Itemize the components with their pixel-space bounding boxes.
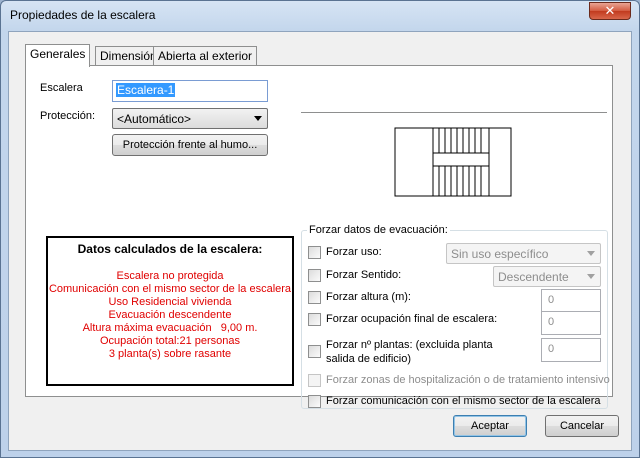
forzar-uso-checkbox[interactable] [308, 246, 321, 259]
cancel-button[interactable]: Cancelar [545, 415, 619, 437]
calc-line-evacuation: Evacuación descendente [108, 309, 232, 321]
stair-preview [301, 112, 607, 215]
forzar-sentido-select[interactable]: Descendente [493, 266, 601, 287]
forzar-altura-checkbox[interactable] [308, 291, 321, 304]
forzar-plantas-checkbox[interactable] [308, 345, 321, 358]
stair-outline [394, 127, 512, 197]
proteccion-humo-button[interactable]: Protección frente al humo... [112, 134, 268, 156]
forzar-ocupacion-checkbox[interactable] [308, 313, 321, 326]
close-button[interactable]: ✕ [589, 2, 631, 20]
tab-abierta-exterior[interactable]: Abierta al exterior [153, 46, 258, 66]
calc-line-communication: Comunicación con el mismo sector de la e… [48, 283, 292, 295]
proteccion-label: Protección: [40, 110, 96, 122]
stair-landing [432, 152, 490, 167]
forzar-uso-value: Sin uso específico [451, 247, 549, 261]
calc-line-use: Uso Residencial vivienda [108, 296, 232, 308]
escalera-label: Escalera [40, 82, 83, 94]
forzar-altura-label: Forzar altura (m): [326, 291, 411, 303]
forzar-zonas-label: Forzar zonas de hospitalización o de tra… [326, 374, 610, 386]
forzar-plantas-input[interactable]: 0 [541, 338, 601, 362]
forzar-uso-label: Forzar uso: [326, 246, 382, 258]
calc-line-floors: 3 planta(s) sobre rasante [108, 348, 232, 360]
calculated-data-box: Datos calculados de la escalera: Escaler… [46, 236, 294, 386]
forzar-comunicacion-label: Forzar comunicación con el mismo sector … [326, 395, 601, 407]
chevron-down-icon [254, 116, 262, 121]
proteccion-select-value: <Automático> [117, 112, 192, 126]
properties-dialog: Propiedades de la escalera ✕ Generales D… [0, 0, 640, 458]
forzar-evacuacion-group: Forzar datos de evacuación: Forzar uso: … [301, 224, 610, 409]
tab-dimension[interactable]: Dimensión [95, 46, 162, 66]
forzar-group-title: Forzar datos de evacuación: [307, 224, 450, 236]
forzar-sentido-value: Descendente [498, 270, 569, 284]
forzar-ocupacion-label: Forzar ocupación final de escalera: [326, 313, 498, 325]
dialog-client: Generales Dimensión Abierta al exterior … [8, 31, 632, 451]
escalera-name-input[interactable]: Escalera-1 [112, 80, 268, 102]
calc-line-occupancy: Ocupación total:21 personas [99, 335, 241, 347]
forzar-ocupacion-input[interactable]: 0 [541, 311, 601, 335]
forzar-uso-select[interactable]: Sin uso específico [446, 243, 601, 264]
proteccion-select[interactable]: <Automático> [112, 108, 268, 129]
forzar-zonas-checkbox[interactable] [308, 374, 321, 387]
title-bar[interactable]: Propiedades de la escalera ✕ [1, 1, 639, 31]
accept-button[interactable]: Aceptar [453, 415, 527, 437]
calc-line-protection: Escalera no protegida [116, 270, 224, 282]
calculated-data-title: Datos calculados de la escalera: [77, 242, 263, 256]
chevron-down-icon [587, 274, 595, 279]
calc-line-height: Altura máxima evacuación 9,00 m. [82, 322, 258, 334]
tab-generales[interactable]: Generales [25, 44, 91, 67]
forzar-plantas-label-2: salida de edificio) [326, 353, 411, 365]
forzar-sentido-checkbox[interactable] [308, 269, 321, 282]
tab-panel-generales: Escalera Escalera-1 Protección: <Automát… [25, 65, 613, 409]
stair-plan-drawing [394, 127, 512, 197]
chevron-down-icon [587, 251, 595, 256]
escalera-name-value: Escalera-1 [116, 83, 176, 97]
forzar-plantas-label: Forzar nº plantas: (excluida planta [326, 339, 493, 351]
forzar-sentido-label: Forzar Sentido: [326, 269, 402, 281]
window-title: Propiedades de la escalera [10, 8, 156, 22]
forzar-comunicacion-checkbox[interactable] [308, 395, 321, 408]
forzar-altura-input[interactable]: 0 [541, 289, 601, 313]
